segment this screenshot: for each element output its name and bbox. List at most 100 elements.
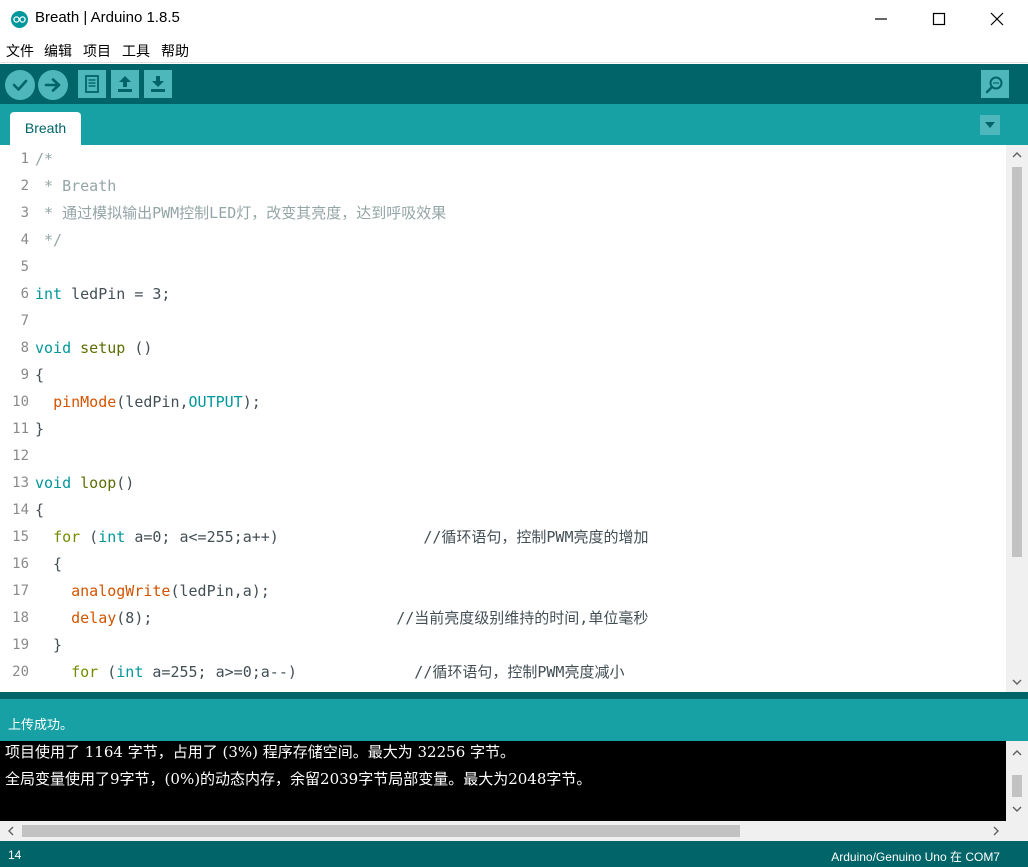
serial-monitor-icon [985, 76, 1003, 94]
new-button[interactable] [78, 70, 106, 98]
code-token: a=255; a>=0;a--) //循环语句，控制PWM亮度减小 [143, 663, 625, 681]
line-number: 15 [12, 529, 29, 545]
code-line[interactable]: 12 [0, 443, 1006, 470]
chevron-down-icon [1012, 679, 1022, 685]
chevron-right-icon[interactable] [986, 821, 1006, 841]
code-token: } [35, 420, 45, 438]
line-number: 8 [20, 340, 29, 356]
line-number: 2 [20, 178, 29, 194]
menu-bar: 文件 编辑 项目 工具 帮助 [0, 38, 1028, 63]
tab-menu-button[interactable] [980, 115, 1000, 135]
code-token: for [53, 528, 81, 546]
code-token: ); [242, 393, 261, 411]
chevron-down-icon[interactable] [1006, 799, 1028, 819]
code-text: void setup () [35, 335, 152, 362]
board-port-info: Arduino/Genuino Uno 在 COM7 [831, 850, 1000, 864]
menu-sketch[interactable]: 项目 [83, 41, 111, 61]
tab-breath[interactable]: Breath [10, 112, 81, 145]
line-number: 18 [12, 610, 29, 626]
code-line[interactable]: 9{ [0, 362, 1006, 389]
code-line[interactable]: 15 for (int a=0; a<=255;a++) //循环语句，控制PW… [0, 524, 1006, 551]
code-line[interactable]: 19 } [0, 632, 1006, 659]
code-line[interactable]: 14 { [0, 497, 1006, 524]
menu-help[interactable]: 帮助 [161, 41, 189, 61]
line-number-indicator: 14 [8, 848, 22, 862]
title-bar: Breath | Arduino 1.8.5 [0, 0, 1028, 38]
code-token: int [98, 528, 126, 546]
chevron-up-icon[interactable] [1006, 743, 1028, 763]
code-line[interactable]: 4 */ [0, 227, 1006, 254]
code-text: */ [35, 227, 62, 254]
editor-console-divider[interactable] [0, 692, 1028, 699]
chevron-left-icon[interactable] [1, 821, 21, 841]
maximize-button[interactable] [910, 0, 968, 38]
line-number: 12 [12, 448, 29, 464]
scroll-down-arrow[interactable] [1006, 672, 1028, 692]
code-token: void [35, 339, 72, 357]
code-line[interactable]: 7 [0, 308, 1006, 335]
console-vertical-scrollbar[interactable] [1006, 741, 1028, 821]
code-line[interactable]: 20 for (int a=255; a>=0;a--) //循环语句，控制PW… [0, 659, 1006, 686]
code-text: { [35, 362, 44, 389]
code-token: () [125, 339, 153, 357]
line-number: 3 [20, 205, 29, 221]
code-line[interactable]: 13 void loop() [0, 470, 1006, 497]
code-token: void [35, 474, 72, 492]
new-icon [85, 75, 99, 93]
chevron-down-icon [985, 122, 995, 128]
close-button[interactable] [968, 0, 1026, 38]
code-line[interactable]: 6 int ledPin = 3; [0, 281, 1006, 308]
minimize-button[interactable] [852, 0, 910, 38]
scrollbar-thumb[interactable] [22, 825, 740, 837]
tab-label: Breath [24, 120, 67, 136]
line-number: 17 [12, 583, 29, 599]
code-token: setup [80, 339, 126, 357]
code-token: { [35, 555, 63, 573]
console-horizontal-scrollbar[interactable] [0, 821, 1028, 841]
menu-edit[interactable]: 编辑 [44, 41, 72, 61]
line-number: 1 [20, 151, 29, 167]
upload-button[interactable] [38, 70, 68, 100]
code-line[interactable]: 10 pinMode(ledPin,OUTPUT); [0, 389, 1006, 416]
serial-monitor-button[interactable] [981, 70, 1009, 98]
code-line[interactable]: 3 * 通过模拟输出PWM控制LED灯，改变其亮度，达到呼吸效果 [0, 200, 1006, 227]
line-number: 20 [12, 664, 29, 680]
scrollbar-thumb[interactable] [1012, 167, 1022, 557]
code-token: } [35, 636, 63, 654]
code-line[interactable]: 17 analogWrite(ledPin,a); [0, 578, 1006, 605]
code-token: { [35, 366, 45, 384]
code-token: (8); //当前亮度级别维持的时间,单位毫秒 [116, 609, 649, 627]
code-token: int [35, 285, 63, 303]
scroll-up-arrow[interactable] [1006, 145, 1028, 165]
code-line[interactable]: 18 delay(8); //当前亮度级别维持的时间,单位毫秒 [0, 605, 1006, 632]
code-token: { [35, 501, 45, 519]
open-button[interactable] [111, 70, 139, 98]
code-token: pinMode [53, 393, 117, 411]
verify-icon [12, 79, 28, 91]
verify-button[interactable] [5, 70, 35, 100]
code-line[interactable]: 5 [0, 254, 1006, 281]
code-text: analogWrite(ledPin,a); [35, 578, 270, 605]
line-number: 19 [12, 637, 29, 653]
code-token: ( [98, 663, 117, 681]
code-token: */ [35, 231, 63, 249]
code-token: ledPin = 3; [62, 285, 171, 303]
status-bar: 上传成功。 [0, 699, 1028, 741]
code-text: for (int a=255; a>=0;a--) //循环语句，控制PWM亮度… [35, 659, 624, 686]
code-line[interactable]: 16 { [0, 551, 1006, 578]
code-line[interactable]: 11} [0, 416, 1006, 443]
editor-vertical-scrollbar[interactable] [1006, 145, 1028, 692]
save-button[interactable] [144, 70, 172, 98]
line-number: 16 [12, 556, 29, 572]
menu-tools[interactable]: 工具 [122, 41, 150, 61]
code-editor[interactable]: 1/* 2 * Breath 3 * 通过模拟输出PWM控制LED灯，改变其亮度，达… [0, 145, 1028, 692]
code-line[interactable]: 1 /* [0, 146, 1006, 173]
console-output: 项目使用了 1164 字节，占用了 (3%) 程序存储空间。最大为 32256 … [0, 741, 1028, 821]
code-token: (ledPin,a); [170, 582, 270, 600]
scrollbar-thumb[interactable] [1012, 775, 1022, 797]
menu-file[interactable]: 文件 [6, 41, 34, 61]
code-line[interactable]: 2 * Breath [0, 173, 1006, 200]
code-line[interactable]: 8 void setup () [0, 335, 1006, 362]
